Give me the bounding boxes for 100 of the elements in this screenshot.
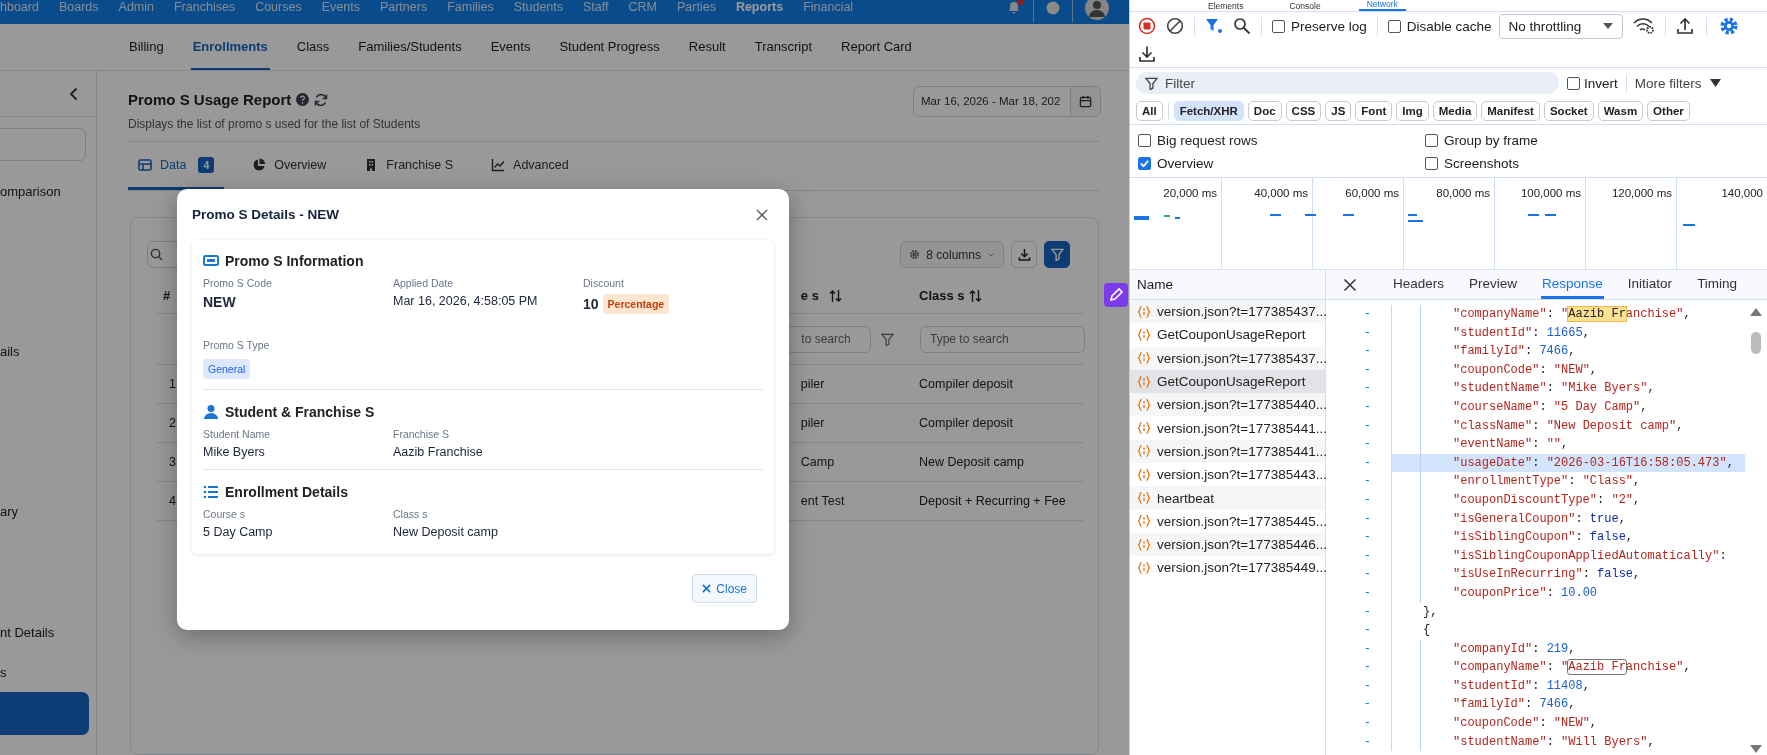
request-row[interactable]: version.json?t=177385449... (1130, 556, 1325, 580)
panel-tab[interactable]: Console (1281, 2, 1329, 11)
filter-icon[interactable] (1205, 18, 1223, 34)
type-filter-chip[interactable]: Socket (1543, 101, 1594, 121)
filter-field[interactable]: Type to search (920, 325, 1085, 353)
tab[interactable]: Timing (1696, 270, 1739, 299)
report-tab[interactable]: Families/Students (356, 24, 464, 70)
more-filters-button[interactable]: More filters (1634, 75, 1721, 91)
bell-icon[interactable] (1007, 1, 1021, 15)
type-filter-chip[interactable]: Img (1396, 101, 1429, 121)
request-row[interactable]: version.json?t=177385441... (1130, 416, 1325, 440)
panel-tab[interactable]: Elements (1200, 2, 1252, 11)
filter-button[interactable] (1044, 241, 1070, 268)
report-tab[interactable]: Class (294, 24, 332, 70)
date-range-field[interactable]: Mar 16, 2026 - Mar 18, 202 (913, 85, 1101, 117)
throttling-dropdown[interactable]: No throttling (1498, 13, 1623, 39)
sort-icon[interactable] (968, 289, 982, 302)
checkbox[interactable] (1387, 19, 1401, 33)
chevron-left-icon[interactable] (69, 86, 78, 101)
request-row[interactable]: version.json?t=177385443... (1130, 463, 1325, 487)
report-tab[interactable]: Events (488, 24, 533, 70)
report-tab[interactable]: Enrollments (190, 24, 270, 70)
sort-icon[interactable] (828, 289, 842, 302)
checkbox[interactable] (1138, 157, 1151, 170)
type-filter-chip[interactable]: Fetch/XHR (1173, 101, 1244, 121)
type-filter-chip[interactable]: Media (1432, 101, 1478, 121)
filter-icon[interactable] (881, 332, 895, 346)
scroll-up-icon[interactable] (1750, 308, 1762, 316)
close-icon[interactable] (1343, 277, 1357, 292)
sidebar-item[interactable]: omparison (0, 171, 96, 211)
type-filter-chip[interactable]: CSS (1285, 101, 1322, 121)
columns-button[interactable]: 8 columns (900, 241, 1004, 268)
network-conditions-icon[interactable] (1632, 17, 1655, 35)
search-icon[interactable] (1233, 17, 1251, 35)
checkbox[interactable] (1425, 134, 1438, 147)
tab[interactable]: Response (1541, 270, 1604, 299)
request-row[interactable]: version.json?t=177385440... (1130, 393, 1325, 417)
type-filter-chip[interactable]: All (1136, 101, 1163, 121)
filter-field[interactable]: Filter (1136, 72, 1559, 94)
type-filter-chip[interactable]: JS (1325, 101, 1352, 121)
sidebar-item[interactable]: nt Details (0, 612, 96, 652)
close-icon[interactable] (756, 208, 768, 221)
request-row[interactable]: GetCouponUsageReport (1130, 369, 1325, 394)
refresh-icon[interactable] (314, 92, 329, 107)
report-tab[interactable]: Student Progress (557, 24, 662, 70)
request-row[interactable]: version.json?t=177385441... (1130, 439, 1325, 464)
sidebar-item[interactable]: ails (0, 331, 96, 371)
download-icon[interactable] (1138, 44, 1156, 63)
request-row[interactable]: GetCouponUsageReport (1130, 323, 1325, 347)
calendar-icon[interactable] (1079, 94, 1092, 108)
upload-icon[interactable] (1675, 17, 1694, 35)
report-tab[interactable]: Transcript (752, 24, 815, 70)
tab[interactable]: Franchise S (354, 142, 464, 190)
request-row[interactable]: heartbeat (1130, 486, 1325, 510)
tab[interactable]: Preview (1468, 270, 1519, 299)
code-line: "eventName": "", (1453, 437, 1569, 452)
table-cell: piler (800, 377, 825, 391)
code-line: "isGeneralCoupon": true, (1453, 511, 1626, 526)
checkbox[interactable] (1272, 19, 1285, 33)
type-filter-chip[interactable]: Manifest (1481, 101, 1540, 121)
column-header[interactable]: # (163, 288, 171, 303)
request-row[interactable]: version.json?t=177385445... (1130, 509, 1325, 533)
avatar-icon[interactable] (1085, 0, 1109, 20)
scrollbar-thumb[interactable] (1751, 332, 1761, 354)
type-filter-chip[interactable]: Wasm (1597, 101, 1644, 121)
column-header[interactable]: Name (1130, 270, 1325, 300)
tab[interactable]: Overview (242, 142, 337, 190)
download-button[interactable] (1011, 241, 1037, 268)
field-label: Promo S Code (203, 276, 273, 290)
code-line: "className": "New Deposit camp", (1453, 418, 1684, 433)
pen-button[interactable] (1104, 283, 1128, 307)
clear-icon[interactable] (1166, 17, 1184, 35)
checkbox[interactable] (1138, 134, 1151, 147)
column-header[interactable]: e s (800, 288, 819, 303)
request-row[interactable]: version.json?t=177385437... (1130, 346, 1325, 370)
request-row[interactable]: version.json?t=177385446... (1130, 532, 1325, 557)
search-field[interactable] (0, 128, 86, 161)
type-filter-chip[interactable]: Font (1355, 101, 1393, 121)
tab[interactable]: Advanced (481, 142, 579, 190)
filter-field[interactable]: to search (786, 325, 872, 353)
report-tab[interactable]: Billing (127, 24, 166, 70)
checkbox[interactable] (1567, 76, 1580, 90)
report-tab[interactable]: Result (686, 24, 728, 70)
request-row[interactable]: version.json?t=177385437... (1130, 300, 1325, 324)
close-button[interactable]: Close (692, 574, 757, 603)
column-header[interactable]: Class s (919, 288, 965, 303)
sidebar-item[interactable]: s (0, 652, 96, 692)
type-filter-chip[interactable]: Doc (1247, 101, 1282, 121)
tab[interactable]: Initiator (1626, 270, 1674, 299)
record-stop-icon[interactable] (1138, 17, 1156, 35)
report-tab[interactable]: Report Card (839, 24, 914, 70)
sidebar-item[interactable]: ary (0, 491, 96, 531)
type-filter-chip[interactable]: Other (1647, 101, 1690, 121)
field-value: 10 (583, 296, 599, 312)
settings-icon[interactable] (1718, 16, 1739, 36)
panel-tab[interactable]: Network (1358, 0, 1406, 11)
tab[interactable]: Headers (1392, 270, 1446, 299)
checkbox-label: Overview (1157, 156, 1214, 171)
checkbox[interactable] (1425, 157, 1438, 170)
scroll-down-icon[interactable] (1750, 745, 1762, 753)
